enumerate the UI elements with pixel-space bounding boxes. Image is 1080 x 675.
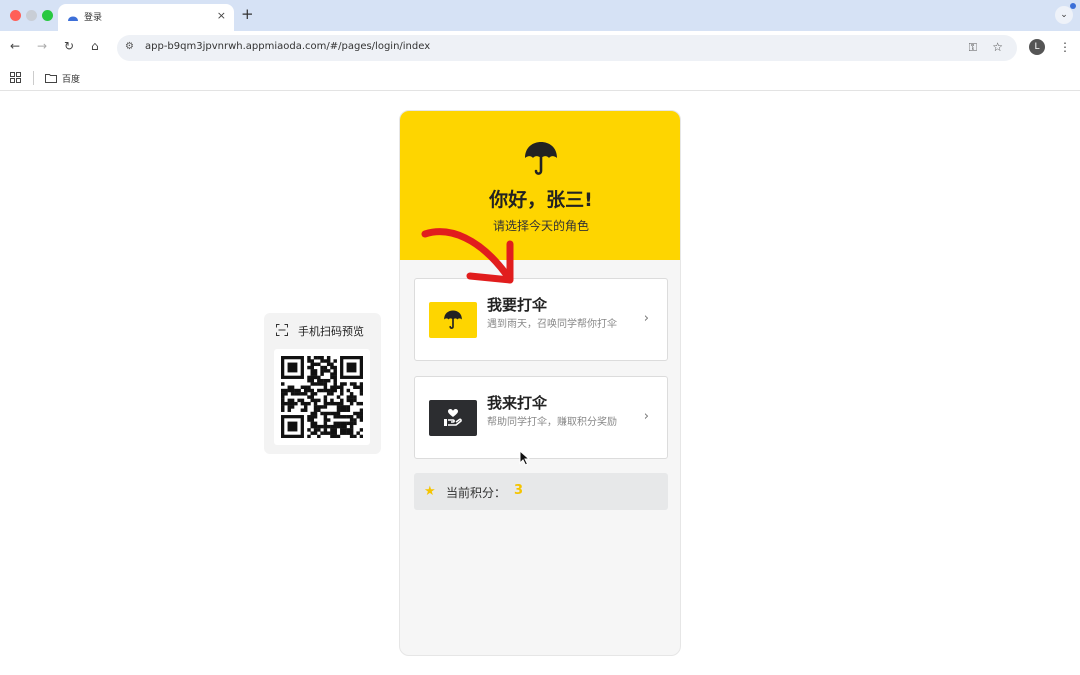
url-text: app-b9qm3jpvnrwh.appmiaoda.com/#/pages/l…	[145, 41, 431, 52]
points-bar: ★ 当前积分： 3	[414, 473, 668, 510]
card-title: 我要打伞	[487, 296, 548, 314]
card-icon-bg	[429, 400, 477, 436]
apps-grid-icon[interactable]	[10, 72, 21, 83]
tab-close-icon[interactable]: ×	[217, 9, 226, 22]
notification-dot	[1070, 3, 1076, 9]
browser-toolbar: ← → ↻ ⌂ ⚙ app-b9qm3jpvnrwh.appmiaoda.com…	[0, 31, 1080, 65]
bookmark-baidu[interactable]: 百度	[62, 72, 80, 85]
minimize-window-button[interactable]	[26, 10, 37, 21]
bookmarks-bar: 百度	[0, 65, 1080, 91]
back-arrow-icon[interactable]: ←	[10, 39, 20, 53]
umbrella-icon	[525, 142, 557, 175]
folder-icon	[45, 74, 57, 83]
card-description: 帮助同学打伞，赚取积分奖励	[487, 417, 617, 428]
mouse-cursor-icon	[519, 450, 531, 466]
site-info-icon[interactable]: ⚙	[125, 41, 134, 52]
qr-code-image	[281, 356, 363, 438]
qr-preview-panel: 手机扫码预览	[264, 313, 381, 454]
star-icon: ★	[424, 484, 436, 499]
browser-menu-icon[interactable]: ⋮	[1059, 40, 1071, 54]
helping-hand-icon	[444, 409, 462, 426]
new-tab-button[interactable]: +	[241, 5, 254, 23]
maximize-window-button[interactable]	[42, 10, 53, 21]
points-value: 3	[514, 483, 524, 498]
card-icon-bg	[429, 302, 477, 338]
points-label: 当前积分：	[446, 486, 507, 500]
scan-icon	[276, 324, 288, 336]
offer-umbrella-card[interactable]: 我来打伞 帮助同学打伞，赚取积分奖励 ›	[414, 376, 668, 459]
chevron-right-icon: ›	[643, 409, 649, 424]
card-title: 我来打伞	[487, 394, 548, 412]
tab-title: 登录	[84, 13, 103, 23]
password-key-icon[interactable]: ⚿	[969, 41, 977, 55]
forward-arrow-icon[interactable]: →	[37, 39, 47, 53]
site-favicon-icon	[68, 16, 78, 21]
umbrella-icon	[444, 310, 462, 329]
browser-tab[interactable]: 登录 ×	[58, 4, 234, 31]
browser-tab-bar: 登录 × + ⌄	[0, 0, 1080, 31]
card-description: 遇到雨天，召唤同学帮你打伞	[487, 319, 617, 330]
bookmark-star-icon[interactable]: ☆	[992, 40, 1003, 54]
profile-avatar[interactable]: L	[1029, 39, 1045, 55]
address-bar[interactable]: ⚙ app-b9qm3jpvnrwh.appmiaoda.com/#/pages…	[117, 35, 1017, 61]
annotation-arrow-icon	[421, 228, 514, 284]
qr-code	[274, 349, 370, 445]
chevron-right-icon: ›	[643, 311, 649, 326]
greeting-title: 你好，张三!	[489, 189, 593, 211]
bookmarks-divider	[33, 71, 34, 85]
tab-search-chevron-icon[interactable]: ⌄	[1055, 6, 1073, 24]
qr-preview-title: 手机扫码预览	[298, 325, 364, 338]
home-icon[interactable]: ⌂	[91, 39, 99, 53]
close-window-button[interactable]	[10, 10, 21, 21]
reload-icon[interactable]: ↻	[64, 39, 74, 53]
app-phone-frame: 你好，张三! 请选择今天的角色 我要打伞 遇到雨天，召唤同学帮你打伞 › 我来打…	[399, 110, 681, 656]
